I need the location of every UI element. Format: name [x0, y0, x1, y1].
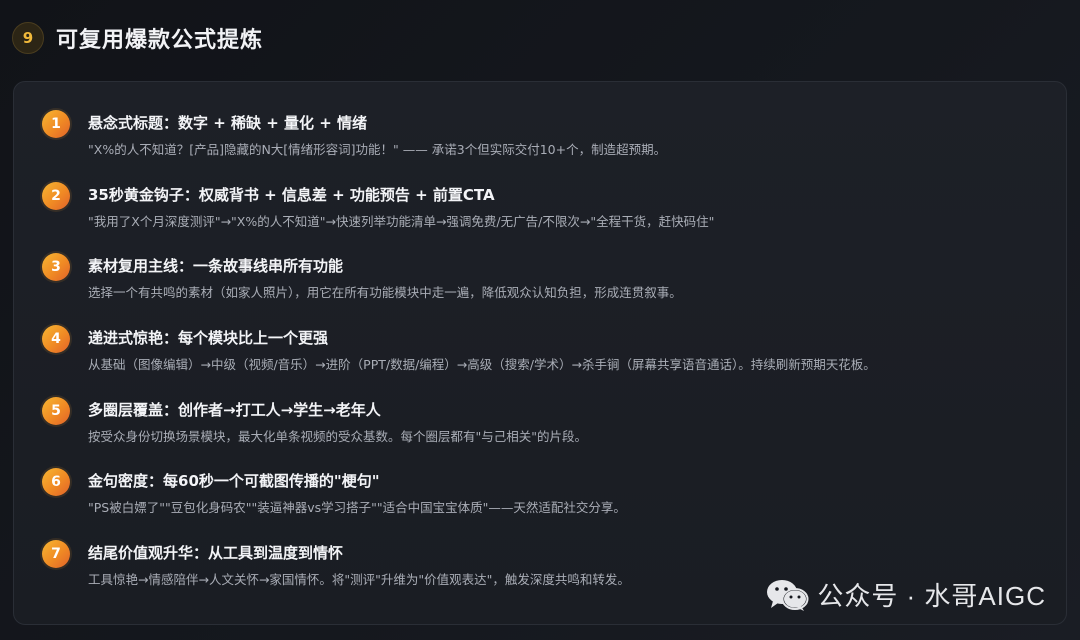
item-description: 按受众身份切换场景模块，最大化单条视频的受众基数。每个圈层都有"与己相关"的片段…: [88, 428, 588, 444]
item-title: 素材复用主线：一条故事线串所有功能: [88, 257, 344, 276]
section-number-badge: 9: [12, 22, 44, 54]
item-number-badge: 7: [42, 540, 70, 569]
item-title: 悬念式标题：数字 + 稀缺 + 量化 + 情绪: [88, 114, 368, 132]
item-number-badge: 4: [42, 325, 70, 354]
section-title: 可复用爆款公式提炼: [56, 28, 264, 53]
item-text: 递进式惊艳：每个模块比上一个更强 从基础（图像编辑）→中级（视频/音乐）→进阶（…: [88, 325, 876, 397]
watermark-text: 公众号 · 水哥AIGC: [817, 581, 1046, 611]
item-title: 金句密度：每60秒一个可截图传播的"梗句": [88, 472, 380, 491]
formula-item-2: 2 35秒黄金钩子：权威背书 + 信息差 + 功能预告 + 前置CTA "我用了…: [42, 181, 1046, 254]
item-description: "我用了X个月深度测评"→"X%的人不知道"→快速列举功能清单→强调免费/无广告…: [88, 213, 715, 229]
formula-card: 1 悬念式标题：数字 + 稀缺 + 量化 + 情绪 "X%的人不知道？[产品]隐…: [13, 81, 1067, 625]
formula-item-6: 6 金句密度：每60秒一个可截图传播的"梗句" "PS被白嫖了""豆包化身码农"…: [42, 468, 1046, 540]
item-text: 素材复用主线：一条故事线串所有功能 选择一个有共鸣的素材（如家人照片），用它在所…: [88, 253, 682, 325]
formula-item-4: 4 递进式惊艳：每个模块比上一个更强 从基础（图像编辑）→中级（视频/音乐）→进…: [42, 325, 1046, 397]
item-description: 选择一个有共鸣的素材（如家人照片），用它在所有功能模块中走一遍，降低观众认知负担…: [88, 285, 682, 301]
wechat-icon: [767, 579, 809, 611]
item-number-badge: 1: [42, 110, 70, 138]
formula-item-5: 5 多圈层覆盖：创作者→打工人→学生→老年人 按受众身份切换场景模块，最大化单条…: [42, 396, 1046, 469]
item-description: 从基础（图像编辑）→中级（视频/音乐）→进阶（PPT/数据/编程）→高级（搜索/…: [88, 357, 876, 373]
formula-item-1: 1 悬念式标题：数字 + 稀缺 + 量化 + 情绪 "X%的人不知道？[产品]隐…: [42, 110, 1046, 182]
item-text: 多圈层覆盖：创作者→打工人→学生→老年人 按受众身份切换场景模块，最大化单条视频…: [88, 397, 587, 469]
formula-list: 1 悬念式标题：数字 + 稀缺 + 量化 + 情绪 "X%的人不知道？[产品]隐…: [42, 110, 1046, 612]
item-number-badge: 3: [42, 253, 70, 282]
item-description: "X%的人不知道？[产品]隐藏的N大[情绪形容词]功能！" —— 承诺3个但实际…: [88, 142, 667, 157]
watermark: 公众号 · 水哥AIGC: [765, 576, 1046, 613]
item-description: 工具惊艳→情感陪伴→人文关怀→家国情怀。将"测评"升维为"价值观表达"，触发深度…: [88, 572, 630, 588]
section-header: 9 可复用爆款公式提炼: [12, 22, 263, 54]
item-title: 35秒黄金钩子：权威背书 + 信息差 + 功能预告 + 前置CTA: [88, 185, 495, 204]
item-description: "PS被白嫖了""豆包化身码农""装逼神器vs学习搭子""适合中国宝宝体质"——…: [88, 500, 626, 516]
item-text: 35秒黄金钩子：权威背书 + 信息差 + 功能预告 + 前置CTA "我用了X个…: [88, 182, 714, 254]
formula-item-3: 3 素材复用主线：一条故事线串所有功能 选择一个有共鸣的素材（如家人照片），用它…: [42, 253, 1046, 325]
item-title: 多圈层覆盖：创作者→打工人→学生→老年人: [88, 400, 381, 419]
item-text: 金句密度：每60秒一个可截图传播的"梗句" "PS被白嫖了""豆包化身码农""装…: [88, 468, 626, 540]
item-number-badge: 2: [42, 181, 70, 210]
item-number-badge: 6: [42, 468, 70, 497]
item-number-badge: 5: [42, 396, 70, 425]
item-title: 结尾价值观升华：从工具到温度到情怀: [88, 544, 344, 563]
item-text: 悬念式标题：数字 + 稀缺 + 量化 + 情绪 "X%的人不知道？[产品]隐藏的…: [88, 110, 666, 182]
item-text: 结尾价值观升华：从工具到温度到情怀 工具惊艳→情感陪伴→人文关怀→家国情怀。将"…: [88, 540, 630, 612]
item-title: 递进式惊艳：每个模块比上一个更强: [88, 329, 329, 348]
